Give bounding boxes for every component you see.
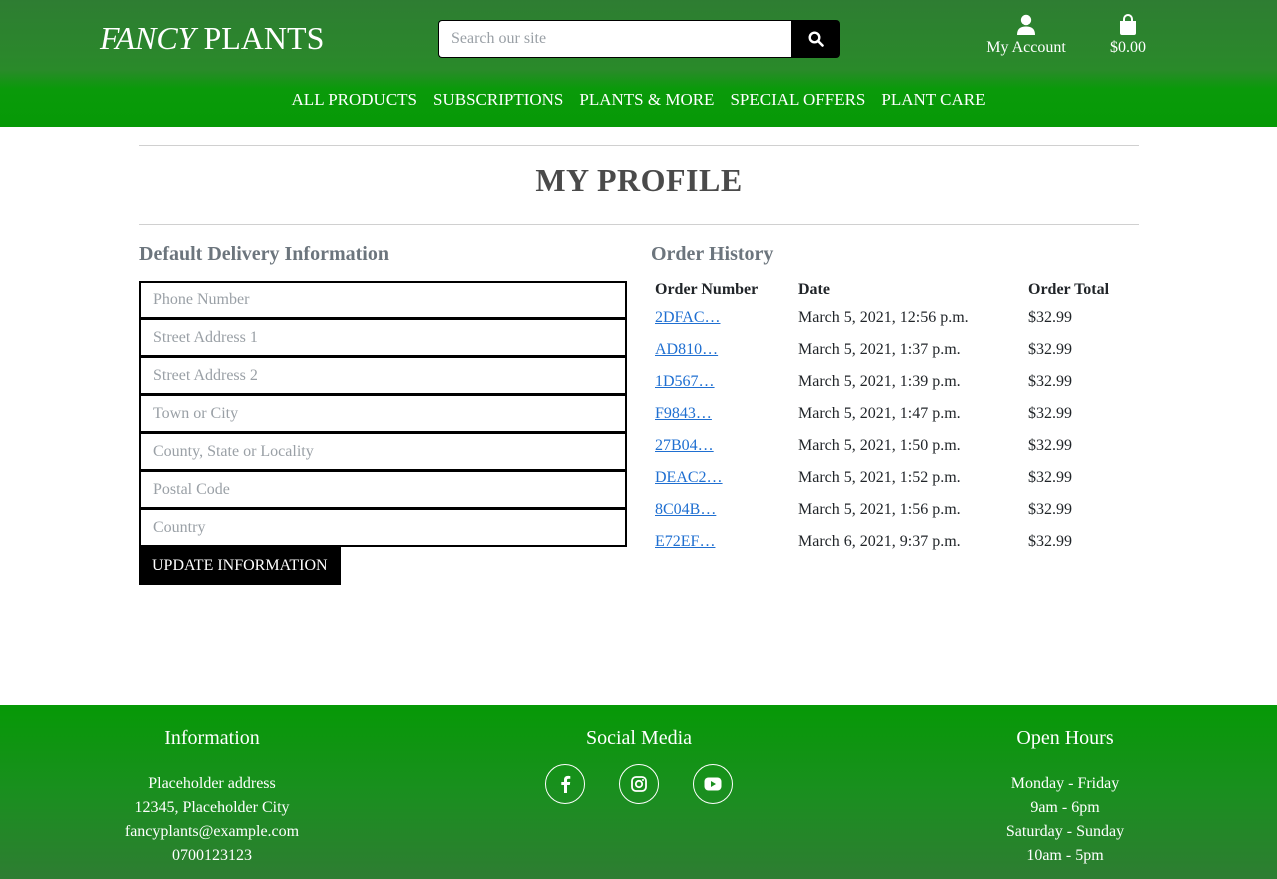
youtube-link[interactable] xyxy=(693,764,733,804)
order-history-table: Order Number Date Order Total 2DFAC… Mar… xyxy=(651,278,1134,558)
hours-weekday-label: Monday - Friday xyxy=(1010,775,1120,792)
postal-code-field[interactable] xyxy=(139,471,627,509)
nav-special-offers[interactable]: SPECIAL OFFERS xyxy=(730,90,865,110)
order-total: $32.99 xyxy=(1028,533,1072,550)
my-account-label: My Account xyxy=(986,39,1066,56)
nav-plants-and-more[interactable]: PLANTS & MORE xyxy=(579,90,714,110)
order-date: March 5, 2021, 1:37 p.m. xyxy=(798,341,961,358)
site-logo[interactable]: FANCY PLANTS xyxy=(100,20,324,57)
order-number-link[interactable]: 27B04… xyxy=(655,437,714,454)
order-total: $32.99 xyxy=(1028,309,1072,326)
order-history-heading: Order History xyxy=(651,243,774,265)
bag-total: $0.00 xyxy=(1110,39,1146,56)
order-number-link[interactable]: 1D567… xyxy=(655,373,715,390)
order-date: March 5, 2021, 1:39 p.m. xyxy=(798,373,961,390)
facebook-link[interactable] xyxy=(545,764,585,804)
order-number-link[interactable]: E72EF… xyxy=(655,533,715,550)
order-total: $32.99 xyxy=(1028,405,1072,422)
footer-address-line: Placeholder address xyxy=(148,775,276,792)
nav-subscriptions[interactable]: SUBSCRIPTIONS xyxy=(433,90,563,110)
header-order-number: Order Number xyxy=(655,281,759,298)
street-address-2-field[interactable] xyxy=(139,357,627,395)
town-city-field[interactable] xyxy=(139,395,627,433)
country-select[interactable]: Country xyxy=(139,509,627,547)
footer-hours-title: Open Hours xyxy=(1016,727,1114,749)
table-row: F9843… March 5, 2021, 1:47 p.m. $32.99 xyxy=(651,398,1134,430)
table-row: E72EF… March 6, 2021, 9:37 p.m. $32.99 xyxy=(651,526,1134,558)
search-input[interactable] xyxy=(438,20,791,58)
logo-plants: PLANTS xyxy=(203,20,325,56)
phone-number-field[interactable] xyxy=(139,281,627,319)
footer-social-media: Social Media xyxy=(539,727,739,804)
shopping-bag-icon xyxy=(1120,14,1136,35)
nav-plant-care[interactable]: PLANT CARE xyxy=(881,90,985,110)
order-number-link[interactable]: 8C04B… xyxy=(655,501,716,518)
hours-weekday-time: 9am - 6pm xyxy=(1030,799,1100,816)
page-title: MY PROFILE xyxy=(535,162,743,198)
site-header: FANCY PLANTS My Account $0.00 ALL PRODUC… xyxy=(0,0,1277,127)
order-total: $32.99 xyxy=(1028,341,1072,358)
youtube-icon xyxy=(704,777,722,791)
search-button[interactable] xyxy=(791,20,840,58)
order-number-link[interactable]: 2DFAC… xyxy=(655,309,721,326)
search-icon xyxy=(807,31,824,47)
search-form xyxy=(438,20,840,58)
my-account-link[interactable]: My Account xyxy=(980,14,1072,57)
county-field[interactable] xyxy=(139,433,627,471)
hours-weekend-label: Saturday - Sunday xyxy=(1005,823,1125,840)
order-total: $32.99 xyxy=(1028,469,1072,486)
order-total: $32.99 xyxy=(1028,373,1072,390)
order-total: $32.99 xyxy=(1028,437,1072,454)
order-date: March 6, 2021, 9:37 p.m. xyxy=(798,533,961,550)
footer-email: fancyplants@example.com xyxy=(124,823,300,840)
footer-open-hours: Open Hours Monday - Friday 9am - 6pm Sat… xyxy=(965,727,1165,868)
street-address-1-field[interactable] xyxy=(139,319,627,357)
order-date: March 5, 2021, 1:56 p.m. xyxy=(798,501,961,518)
order-number-link[interactable]: F9843… xyxy=(655,405,712,422)
user-icon xyxy=(1017,14,1035,35)
table-row: 8C04B… March 5, 2021, 1:56 p.m. $32.99 xyxy=(651,494,1134,526)
nav-all-products[interactable]: ALL PRODUCTS xyxy=(292,90,417,110)
update-information-button[interactable]: UPDATE INFORMATION xyxy=(139,547,341,585)
order-date: March 5, 2021, 12:56 p.m. xyxy=(798,309,969,326)
shopping-bag-link[interactable]: $0.00 xyxy=(1102,14,1154,57)
footer-social-title: Social Media xyxy=(585,727,693,749)
main-nav: ALL PRODUCTS SUBSCRIPTIONS PLANTS & MORE… xyxy=(0,90,1277,110)
footer-phone: 0700123123 xyxy=(172,847,252,864)
divider-top xyxy=(139,145,1139,146)
table-header-row: Order Number Date Order Total xyxy=(651,278,1134,302)
table-row: 2DFAC… March 5, 2021, 12:56 p.m. $32.99 xyxy=(651,302,1134,334)
site-footer: Information Placeholder address 12345, P… xyxy=(0,705,1277,879)
footer-information-title: Information xyxy=(164,727,260,749)
order-number-link[interactable]: AD810… xyxy=(655,341,718,358)
table-row: AD810… March 5, 2021, 1:37 p.m. $32.99 xyxy=(651,334,1134,366)
table-row: DEAC2… March 5, 2021, 1:52 p.m. $32.99 xyxy=(651,462,1134,494)
delivery-form: Country UPDATE INFORMATION xyxy=(139,281,627,585)
divider-bottom xyxy=(139,224,1139,225)
table-row: 1D567… March 5, 2021, 1:39 p.m. $32.99 xyxy=(651,366,1134,398)
order-date: March 5, 2021, 1:52 p.m. xyxy=(798,469,961,486)
facebook-icon xyxy=(561,775,571,793)
delivery-info-heading: Default Delivery Information xyxy=(139,243,389,265)
instagram-icon xyxy=(631,776,647,792)
logo-fancy: FANCY xyxy=(100,20,196,56)
footer-city-line: 12345, Placeholder City xyxy=(134,799,290,816)
footer-information: Information Placeholder address 12345, P… xyxy=(112,727,312,868)
order-total: $32.99 xyxy=(1028,501,1072,518)
order-number-link[interactable]: DEAC2… xyxy=(655,469,723,486)
order-date: March 5, 2021, 1:50 p.m. xyxy=(798,437,961,454)
table-row: 27B04… March 5, 2021, 1:50 p.m. $32.99 xyxy=(651,430,1134,462)
instagram-link[interactable] xyxy=(619,764,659,804)
header-date: Date xyxy=(798,281,830,298)
social-links xyxy=(539,764,739,804)
hours-weekend-time: 10am - 5pm xyxy=(1026,847,1104,864)
order-date: March 5, 2021, 1:47 p.m. xyxy=(798,405,961,422)
header-order-total: Order Total xyxy=(1028,281,1110,298)
